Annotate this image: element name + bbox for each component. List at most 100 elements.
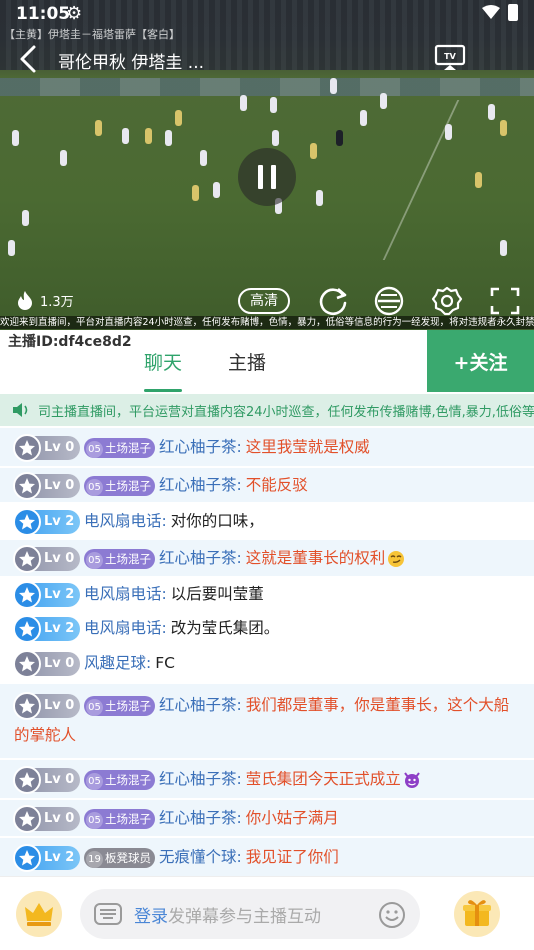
- player-figure: [316, 190, 323, 206]
- level-text: Lv 0: [44, 550, 75, 566]
- fan-badge-title: 土场混子: [105, 811, 151, 826]
- level-star-icon: [13, 471, 41, 500]
- level-badge: Lv 2: [13, 843, 80, 872]
- crown-button[interactable]: [16, 891, 62, 937]
- level-text: Lv 0: [44, 810, 75, 826]
- chat-message: Lv 0 05 土场混子 红心柚子茶: 不能反驳: [0, 468, 534, 502]
- player-figure: [360, 110, 367, 126]
- tv-cast-icon[interactable]: TV: [434, 44, 466, 72]
- fan-badge-level: 05: [86, 772, 103, 790]
- fan-badge-level: 05: [86, 551, 103, 569]
- chat-username[interactable]: 红心柚子茶:: [159, 549, 242, 567]
- fan-badge: 05 土场混子: [84, 769, 155, 790]
- keyboard-icon[interactable]: [94, 903, 122, 925]
- fan-badge-level: 05: [86, 478, 103, 496]
- player-figure: [95, 120, 102, 136]
- video-title: 哥伦甲秋 伊塔圭 ...: [58, 53, 205, 73]
- chat-username[interactable]: 红心柚子茶:: [159, 476, 242, 494]
- refresh-icon[interactable]: [316, 285, 350, 317]
- level-star-icon: [13, 580, 41, 609]
- fan-badge: 05 土场混子: [84, 437, 155, 458]
- level-badge: Lv 0: [13, 471, 80, 500]
- chat-username[interactable]: 无痕懂个球:: [159, 848, 242, 866]
- level-text: Lv 2: [44, 513, 75, 529]
- chat-message: Lv 2 19 板凳球员 无痕懂个球: 我见证了你们: [0, 838, 534, 876]
- player-figure: [330, 78, 337, 94]
- level-badge: Lv 0: [13, 804, 80, 833]
- level-star-icon: [13, 507, 41, 536]
- placeholder-text: 发弹幕参与主播互动: [168, 907, 321, 927]
- danmaku-toggle-icon[interactable]: [372, 285, 406, 317]
- level-star-icon: [13, 765, 41, 794]
- fullscreen-icon[interactable]: [488, 285, 522, 317]
- back-arrow-icon[interactable]: [14, 44, 44, 74]
- player-figure: [200, 150, 207, 166]
- chat-message: Lv 0 05 土场混子 红心柚子茶: 我们都是董事，你是董事长，这个大船 的掌舵人: [0, 684, 534, 758]
- level-text: Lv 2: [44, 586, 75, 602]
- player-figure: [310, 143, 317, 159]
- fan-badge: 05 土场混子: [84, 475, 155, 496]
- anchor-id: 主播ID:df4ce8d2: [8, 334, 132, 350]
- player-figure: [60, 150, 67, 166]
- smirk-emoji-icon: [388, 550, 405, 567]
- chat-username[interactable]: 红心柚子茶:: [159, 696, 242, 714]
- fan-badge-title: 土场混子: [105, 440, 151, 455]
- danmaku-input[interactable]: 登录发弹幕参与主播互动: [80, 889, 420, 939]
- video-player[interactable]: 11:05 ⚙ 【主黄】伊塔圭－福塔雷萨【客白】 哥伦甲秋 伊塔圭 ... TV…: [0, 0, 534, 330]
- emoji-icon[interactable]: [378, 901, 406, 929]
- follow-button[interactable]: +关注: [427, 330, 534, 392]
- chat-text: 这里我莹就是权威: [245, 438, 370, 456]
- chat-text: 改为莹氏集团。: [170, 619, 280, 637]
- player-figure: [175, 110, 182, 126]
- status-bar: 11:05 ⚙: [0, 0, 534, 28]
- player-figure: [336, 130, 343, 146]
- gift-button[interactable]: [454, 891, 500, 937]
- quality-button[interactable]: 高清: [238, 288, 290, 314]
- level-badge: Lv 0: [13, 765, 80, 794]
- chat-message: Lv 0 05 土场混子 红心柚子茶: 这就是董事长的权利: [0, 540, 534, 576]
- level-text: Lv 0: [44, 771, 75, 787]
- bottom-bar: 登录发弹幕参与主播互动: [0, 876, 534, 950]
- chat-username[interactable]: 电风扇电话:: [84, 619, 167, 637]
- login-link[interactable]: 登录: [134, 907, 168, 927]
- settings-icon[interactable]: [430, 285, 464, 317]
- player-figure: [475, 172, 482, 188]
- battery-icon: [508, 4, 518, 21]
- tab-anchor[interactable]: 主播: [228, 348, 266, 375]
- level-badge: Lv 0: [13, 544, 80, 573]
- level-badge: Lv 0: [13, 691, 80, 720]
- chat-text-continued: 的掌舵人: [14, 726, 77, 744]
- notice-text: 司主播直播间，平台运营对直播内容24小时巡查，任何发布传播赌博,色情,暴力,低俗…: [38, 404, 534, 420]
- player-figure: [12, 130, 19, 146]
- chat-text: 不能反驳: [245, 476, 308, 494]
- level-text: Lv 2: [44, 620, 75, 636]
- player-figure: [445, 124, 452, 140]
- chat-list[interactable]: Lv 0 05 土场混子 红心柚子茶: 这里我莹就是权威 Lv 0 05 土场混子 红心柚子茶:…: [0, 428, 534, 876]
- player-figure: [270, 97, 277, 113]
- speaker-icon: [13, 403, 28, 417]
- input-placeholder[interactable]: 登录发弹幕参与主播互动: [134, 902, 321, 927]
- fan-badge: 19 板凳球员: [84, 847, 155, 868]
- chat-username[interactable]: 红心柚子茶:: [159, 770, 242, 788]
- level-star-icon: [13, 614, 41, 643]
- chat-message: Lv 0 05 土场混子 红心柚子茶: 莹氏集团今天正式成立: [0, 760, 534, 798]
- player-figure: [488, 104, 495, 120]
- chat-username[interactable]: 红心柚子茶:: [159, 809, 242, 827]
- devil-emoji-icon: [403, 771, 420, 788]
- level-badge: Lv 2: [13, 580, 80, 609]
- gear-icon: ⚙: [66, 3, 83, 24]
- level-star-icon: [13, 691, 41, 720]
- fan-badge-title: 土场混子: [105, 551, 151, 566]
- chat-username[interactable]: 风趣足球:: [84, 654, 151, 672]
- pause-button[interactable]: [238, 148, 296, 206]
- chat-text: 以后要叫莹董: [170, 585, 264, 603]
- fan-badge: 05 土场混子: [84, 808, 155, 829]
- chat-username[interactable]: 红心柚子茶:: [159, 438, 242, 456]
- chat-username[interactable]: 电风扇电话:: [84, 512, 167, 530]
- tab-chat[interactable]: 聊天: [144, 348, 182, 375]
- status-time: 11:05: [16, 4, 71, 24]
- player-figure: [145, 128, 152, 144]
- notice-bar: 司主播直播间，平台运营对直播内容24小时巡查，任何发布传播赌博,色情,暴力,低俗…: [0, 394, 534, 426]
- chat-text: 莹氏集团今天正式成立: [245, 770, 401, 788]
- chat-username[interactable]: 电风扇电话:: [84, 585, 167, 603]
